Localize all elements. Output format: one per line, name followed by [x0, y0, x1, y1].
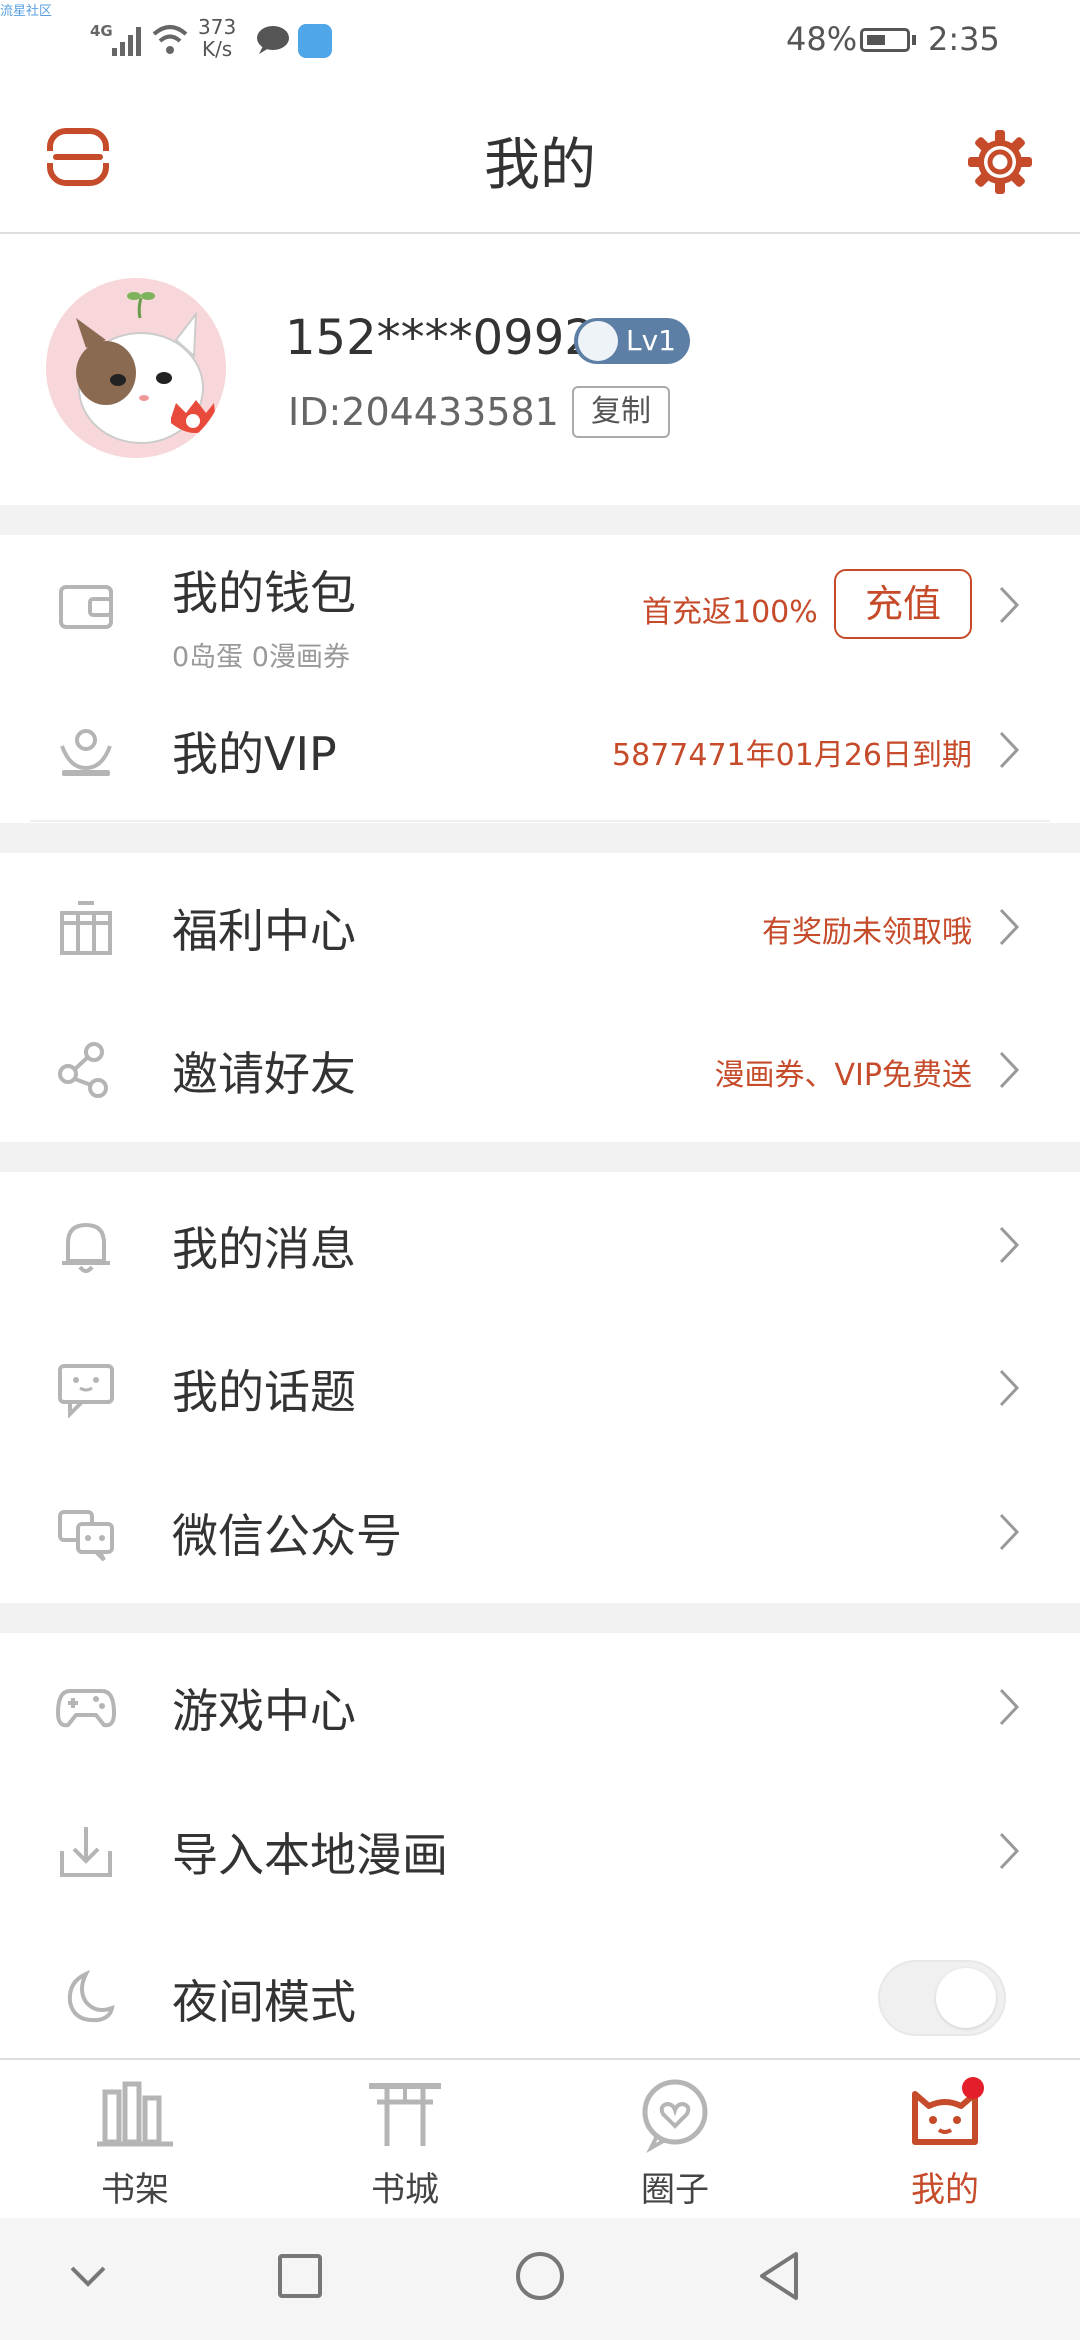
recharge-button[interactable]: 充值 — [834, 569, 972, 639]
cat-face-icon — [912, 2077, 984, 2145]
recent-apps-icon[interactable] — [276, 2252, 324, 2300]
net-speed: 373 K/s — [198, 15, 237, 61]
moon-icon — [67, 1969, 115, 2023]
section-gap — [0, 1142, 1080, 1172]
system-nav-bar — [0, 2218, 1080, 2340]
bell-icon — [62, 1222, 110, 1273]
level-label: Lv1 — [626, 324, 676, 357]
gift-icon — [60, 901, 112, 955]
page-title: 我的 — [484, 133, 596, 198]
chevron-right-icon — [999, 1226, 1020, 1264]
nav-store[interactable]: 书城 — [270, 2060, 540, 2220]
user-id: ID:204433581 — [288, 390, 559, 434]
status-bar: 4G 373 K/s 48% 2:35 — [0, 0, 1080, 80]
chevron-right-icon — [999, 1051, 1020, 1089]
nav-mine-label: 我的 — [911, 2170, 979, 2210]
bookshelf-icon — [97, 2081, 173, 2147]
battery-icon — [860, 28, 910, 52]
nav-store-label: 书城 — [371, 2170, 439, 2210]
games-row[interactable]: 游戏中心 — [0, 1637, 1080, 1777]
chevron-down-icon[interactable] — [68, 2262, 108, 2292]
wallet-row[interactable]: 我的钱包 0岛蛋 0漫画券 首充返100% 充值 — [0, 535, 1080, 675]
first-recharge-promo: 首充返100% — [642, 595, 818, 630]
heart-bubble-icon — [642, 2079, 708, 2154]
night-mode-toggle[interactable] — [878, 1960, 1006, 2036]
chat-notify-icon — [257, 26, 289, 54]
cat-face-icon — [578, 321, 618, 361]
wallet-label: 我的钱包 — [172, 566, 356, 620]
avatar[interactable] — [46, 278, 226, 458]
home-icon[interactable] — [514, 2250, 566, 2302]
nav-circle-label: 圈子 — [641, 2170, 709, 2210]
nav-mine[interactable]: 我的 — [810, 2060, 1080, 2220]
section-gap — [0, 505, 1080, 535]
vip-label: 我的VIP — [172, 727, 337, 781]
wechat-row[interactable]: 微信公众号 — [0, 1462, 1080, 1602]
download-tray-icon — [60, 1827, 112, 1877]
bottom-nav: 书架 书城 圈子 我的 — [0, 2058, 1080, 2220]
section-gap — [0, 1603, 1080, 1633]
wechat-label: 微信公众号 — [172, 1509, 402, 1563]
battery-tip — [912, 35, 916, 45]
chevron-right-icon — [999, 1688, 1020, 1726]
clock: 2:35 — [928, 20, 1000, 58]
gamepad-icon — [56, 1689, 116, 1728]
messages-row[interactable]: 我的消息 — [0, 1175, 1080, 1315]
divider — [30, 820, 1050, 822]
torii-gate-icon — [369, 2083, 441, 2146]
signal-icon — [112, 27, 141, 56]
chevron-right-icon — [999, 1369, 1020, 1407]
toggle-knob — [936, 1968, 996, 2028]
chevron-right-icon — [999, 908, 1020, 946]
nav-shelf-label: 书架 — [101, 2170, 169, 2210]
chevron-right-icon — [999, 731, 1020, 769]
messages-label: 我的消息 — [172, 1222, 356, 1276]
settings-gear-icon[interactable] — [966, 128, 1034, 196]
welfare-note: 有奖励未领取哦 — [762, 915, 972, 950]
level-badge: Lv1 — [574, 318, 690, 364]
share-icon — [58, 1042, 108, 1098]
welfare-row[interactable]: 福利中心 有奖励未领取哦 — [0, 857, 1080, 997]
wechat-icon — [58, 1510, 114, 1562]
crown-icon — [60, 729, 112, 776]
invite-note: 漫画券、VIP免费送 — [714, 1058, 972, 1093]
import-label: 导入本地漫画 — [172, 1828, 448, 1882]
nav-circle[interactable]: 圈子 — [540, 2060, 810, 2220]
invite-row[interactable]: 邀请好友 漫画券、VIP免费送 — [0, 1000, 1080, 1140]
wallet-balance: 0岛蛋 0漫画券 — [172, 642, 350, 673]
night-mode-label: 夜间模式 — [172, 1975, 356, 2029]
chevron-right-icon — [999, 1513, 1020, 1551]
invite-label: 邀请好友 — [172, 1047, 356, 1101]
wallet-icon — [59, 585, 113, 629]
welfare-label: 福利中心 — [172, 904, 356, 958]
games-label: 游戏中心 — [172, 1684, 356, 1738]
battery-percent: 48% — [786, 20, 858, 58]
topics-label: 我的话题 — [172, 1365, 356, 1419]
user-phone: 152****0992 — [285, 310, 595, 366]
nav-shelf[interactable]: 书架 — [0, 2060, 270, 2220]
import-row[interactable]: 导入本地漫画 — [0, 1781, 1080, 1921]
topics-row[interactable]: 我的话题 — [0, 1318, 1080, 1458]
wifi-icon — [152, 25, 188, 54]
app-notify-icon — [298, 24, 332, 58]
section-gap — [0, 823, 1080, 853]
comment-icon — [58, 1364, 114, 1418]
vip-row[interactable]: 我的VIP 5877471年01月26日到期 — [0, 680, 1080, 820]
back-icon[interactable] — [756, 2250, 802, 2302]
chevron-right-icon — [999, 1832, 1020, 1870]
vip-expiry: 5877471年01月26日到期 — [612, 738, 972, 773]
chevron-right-icon — [999, 586, 1020, 624]
copy-id-button[interactable]: 复制 — [572, 386, 670, 438]
